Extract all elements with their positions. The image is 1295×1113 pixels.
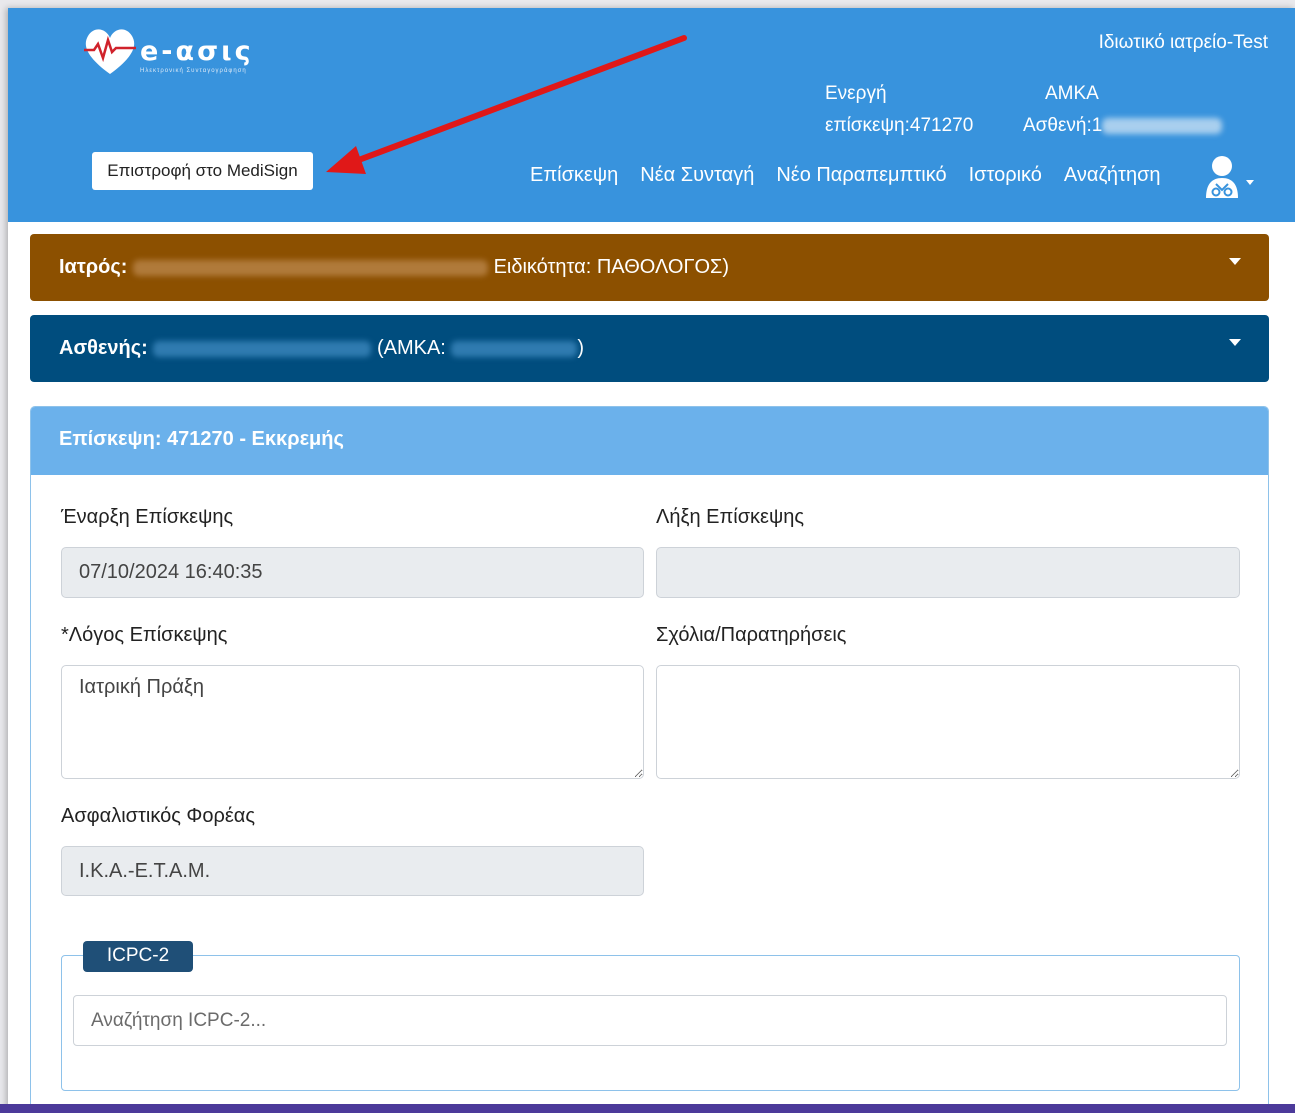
nav-search[interactable]: Αναζήτηση [1064,164,1161,187]
visit-card-title: Επίσκεψη: 471270 - Εκκρεμής [31,407,1268,475]
amka-patient-label: Ασθενή:1 [1023,115,1103,136]
amka-label: ΑΜΚΑ [1045,83,1099,104]
patient-panel-header[interactable]: Ασθενής: (ΑΜΚΑ: ) [30,315,1269,382]
chevron-down-icon [1246,180,1254,185]
redacted-amka [1102,117,1223,134]
heart-logo-icon [84,29,136,74]
patient-amka-info: ΑΜΚΑ Ασθενή:1 [1023,78,1223,142]
visit-end-field[interactable] [656,547,1240,598]
visit-start-field[interactable] [61,547,644,598]
user-menu-dropdown[interactable] [1204,154,1256,200]
active-visit-id: επίσκεψη:471270 [825,115,974,136]
active-visit-info[interactable]: Ενεργή επίσκεψη:471270 [825,78,973,142]
top-navbar: e-ασις Ηλεκτρονική Συνταγογράφηση Ιδιωτι… [8,8,1295,222]
visit-start-label: Έναρξη Επίσκεψης [61,506,234,528]
patient-label: Ασθενής: [59,337,148,359]
patient-amka-label: (ΑΜΚΑ: [376,337,446,359]
visit-end-label: Λήξη Επίσκεψης [656,506,804,528]
return-to-medisign-button[interactable]: Επιστροφή στο MediSign [92,152,313,190]
redacted-doctor-name [133,259,488,276]
insurer-field[interactable] [61,846,644,896]
app-window: e-ασις Ηλεκτρονική Συνταγογράφηση Ιδιωτι… [8,8,1295,1113]
visit-card: Επίσκεψη: 471270 - Εκκρεμής Έναρξη Επίσκ… [30,406,1269,1113]
amka-value-row: Ασθενή:1 [1023,110,1223,142]
insurer-label: Ασφαλιστικός Φορέας [61,805,255,827]
active-visit-label: Ενεργή [825,83,887,104]
comments-label: Σχόλια/Παρατηρήσεις [656,624,847,646]
clinic-name: Ιδιωτικό ιατρείο-Test [1098,32,1268,53]
redacted-patient-amka [451,340,578,357]
nav-new-referral[interactable]: Νέο Παραπεμπτικό [776,164,946,187]
caret-down-icon [1229,258,1241,265]
nav-history[interactable]: Ιστορικό [969,164,1042,187]
caret-down-icon [1229,339,1241,346]
redacted-patient-name [153,340,372,357]
window-bottom-edge [0,1104,1295,1113]
patient-amka-close: ) [577,337,585,359]
logo-subtitle: Ηλεκτρονική Συνταγογράφηση [140,68,247,74]
nav-new-prescription[interactable]: Νέα Συνταγή [640,164,754,187]
doctor-icon [1206,156,1254,198]
logo-text: e-ασις [140,36,254,67]
doctor-label: Ιατρός: [59,256,128,278]
app-logo[interactable]: e-ασις Ηλεκτρονική Συνταγογράφηση [80,22,280,82]
icpc-legend: ICPC-2 [83,941,193,972]
main-nav: Επίσκεψη Νέα Συνταγή Νέο Παραπεμπτικό Ισ… [530,164,1161,187]
visit-reason-textarea[interactable]: Ιατρική Πράξη [61,665,644,779]
comments-textarea[interactable] [656,665,1240,779]
icpc-search-input[interactable] [73,995,1227,1046]
doctor-panel-header[interactable]: Ιατρός: Ειδικότητα: ΠΑΘΟΛΟΓΟΣ) [30,234,1269,301]
doctor-specialty: Ειδικότητα: ΠΑΘΟΛΟΓΟΣ) [493,256,730,278]
visit-reason-label: *Λόγος Επίσκεψης [61,624,228,646]
nav-visit[interactable]: Επίσκεψη [530,164,618,187]
